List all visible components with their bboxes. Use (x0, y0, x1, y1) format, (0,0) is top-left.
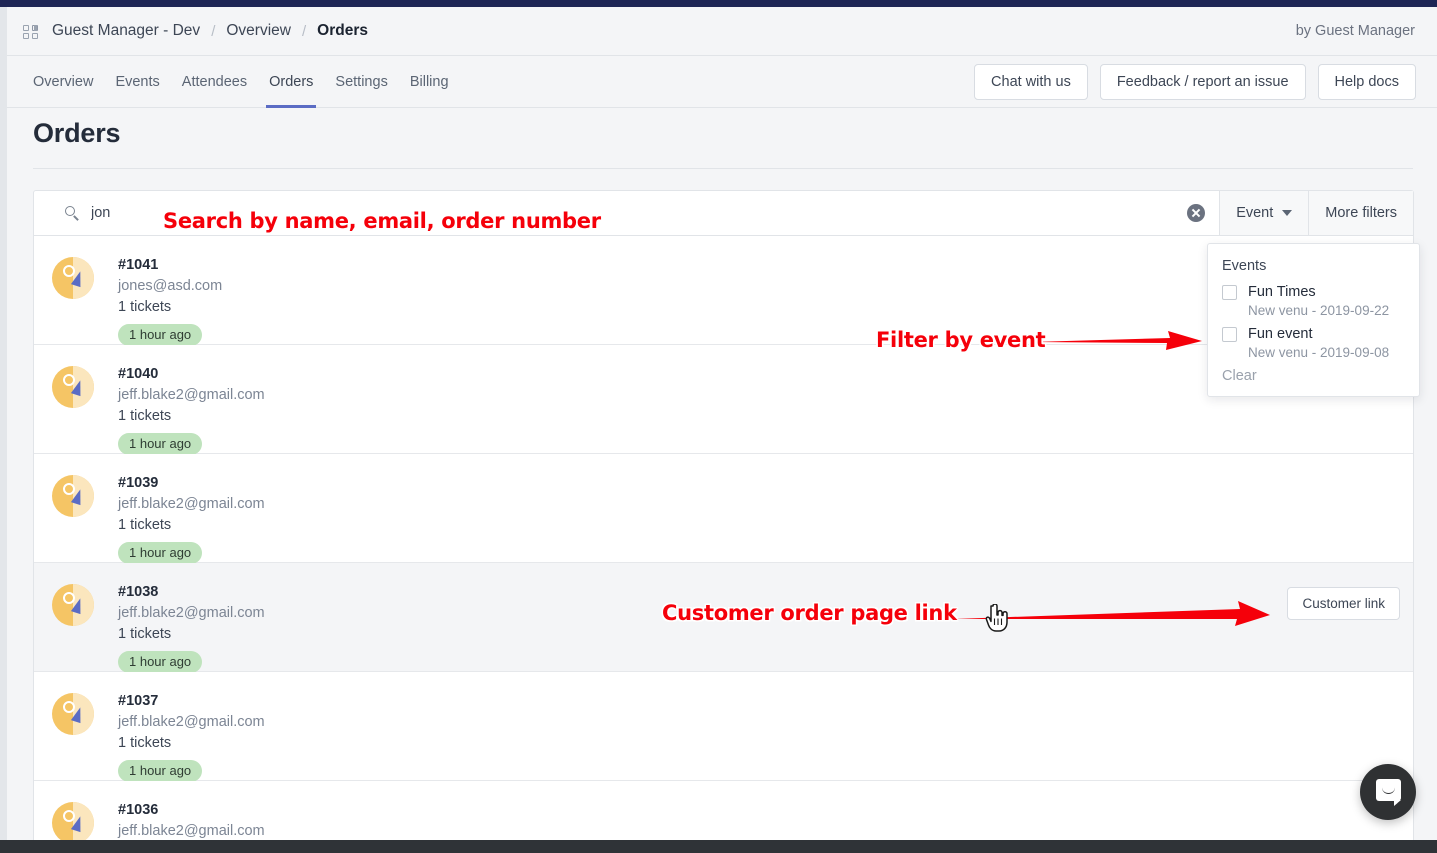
order-number: #1039 (118, 475, 159, 491)
chat-with-us-button[interactable]: Chat with us (974, 63, 1088, 100)
customer-link-button[interactable]: Customer link (1287, 587, 1400, 620)
event-option-subtitle: New venu - 2019-09-22 (1248, 303, 1390, 318)
event-filter-popover: Events Fun Times New venu - 2019-09-22 F… (1207, 243, 1420, 397)
breadcrumb-item-orders: Orders (317, 22, 368, 39)
event-option: Fun Times New venu - 2019-09-22 (1208, 284, 1419, 318)
tab-bar: Overview Events Attendees Orders Setting… (7, 56, 1437, 108)
event-filter-label: Event (1236, 205, 1274, 221)
chevron-down-icon (1282, 210, 1293, 216)
popover-title: Events (1222, 258, 1267, 274)
order-info: #1038 jeff.blake2@gmail.com 1 tickets 1 hou… (118, 583, 265, 673)
order-number: #1037 (118, 693, 159, 709)
customer-avatar (52, 366, 94, 408)
clear-filters-link[interactable]: Clear (1208, 368, 1419, 384)
feedback-button[interactable]: Feedback / report an issue (1099, 63, 1306, 100)
order-email: jeff.blake2@gmail.com (118, 823, 265, 839)
customer-avatar (52, 693, 94, 735)
search-icon (65, 206, 79, 221)
tab-attendees[interactable]: Attendees (171, 56, 258, 108)
order-ticket-count: 1 tickets (118, 408, 172, 424)
event-option-name[interactable]: Fun Times (1248, 284, 1316, 300)
order-info: #1039 jeff.blake2@gmail.com 1 tickets 1 hou… (118, 474, 265, 564)
order-number: #1038 (118, 584, 159, 600)
customer-avatar (52, 257, 94, 299)
order-number: #1041 (118, 257, 159, 273)
search-and-filter-row: Event More filters (34, 191, 1413, 236)
order-number: #1036 (118, 802, 159, 818)
order-row[interactable]: #1038 jeff.blake2@gmail.com 1 tickets 1 hou… (34, 563, 1413, 673)
order-ticket-count: 1 tickets (118, 517, 172, 533)
by-guest-manager-label: by Guest Manager (1295, 23, 1415, 39)
breadcrumb-item-overview[interactable]: Overview (226, 22, 291, 40)
order-time-badge: 1 hour ago (118, 651, 203, 673)
customer-avatar (52, 584, 94, 626)
clear-search-icon[interactable] (1187, 204, 1206, 222)
customer-avatar (52, 802, 94, 844)
order-ticket-count: 1 tickets (118, 626, 172, 642)
order-info: #1041 jones@asd.com 1 tickets 1 hour ago (118, 256, 222, 346)
left-edge-rail (0, 7, 7, 853)
more-filters-label: More filters (1325, 205, 1397, 221)
event-checkbox-fun-times[interactable] (1222, 284, 1237, 300)
tab-events[interactable]: Events (104, 56, 170, 108)
app-window: Guest Manager - Dev / Overview / Orders … (0, 0, 1437, 853)
grid-apps-icon[interactable] (22, 23, 40, 39)
event-option-subtitle: New venu - 2019-09-08 (1248, 345, 1390, 360)
event-option: Fun event New venu - 2019-09-08 (1208, 326, 1419, 360)
tab-orders[interactable]: Orders (258, 56, 324, 108)
order-info: #1040 jeff.blake2@gmail.com 1 tickets 1 hou… (118, 365, 265, 455)
breadcrumb-separator: / (301, 22, 307, 40)
event-filter-button[interactable]: Event (1219, 191, 1309, 235)
order-ticket-count: 1 tickets (118, 299, 172, 315)
order-email: jeff.blake2@gmail.com (118, 714, 265, 730)
header-action-group: Chat with us Feedback / report an issue … (974, 63, 1416, 100)
order-number: #1040 (118, 366, 159, 382)
breadcrumb-bar: Guest Manager - Dev / Overview / Orders … (7, 7, 1437, 56)
tab-settings[interactable]: Settings (324, 56, 398, 108)
customer-avatar (52, 475, 94, 517)
more-filters-button[interactable]: More filters (1308, 191, 1413, 235)
event-checkbox-fun-event[interactable] (1222, 326, 1237, 342)
order-row[interactable]: #1037 jeff.blake2@gmail.com 1 tickets 1 hou… (34, 672, 1413, 782)
search-box (34, 191, 1187, 235)
order-row[interactable]: #1039 jeff.blake2@gmail.com 1 tickets 1 hou… (34, 454, 1413, 564)
order-time-badge: 1 hour ago (118, 542, 203, 564)
breadcrumb-separator: / (211, 22, 216, 40)
search-input[interactable] (62, 204, 302, 222)
tab-overview[interactable]: Overview (22, 56, 104, 108)
tab-list: Overview Events Attendees Orders Setting… (7, 56, 460, 108)
bottom-dark-bar (0, 840, 1437, 853)
order-time-badge: 1 hour ago (118, 324, 203, 346)
order-info: #1037 jeff.blake2@gmail.com 1 tickets 1 hou… (118, 692, 265, 782)
event-option-name[interactable]: Fun event (1248, 326, 1313, 342)
order-email: jeff.blake2@gmail.com (118, 496, 265, 512)
order-ticket-count: 1 tickets (118, 735, 172, 751)
browser-top-strip (0, 0, 1437, 7)
order-time-badge: 1 hour ago (118, 433, 203, 455)
order-email: jones@asd.com (118, 278, 223, 294)
intercom-chat-launcher[interactable] (1360, 764, 1416, 820)
help-docs-button[interactable]: Help docs (1317, 63, 1416, 100)
page-title: Orders (33, 118, 121, 148)
tab-billing[interactable]: Billing (399, 56, 460, 108)
title-divider (33, 168, 1413, 169)
order-time-badge: 1 hour ago (118, 760, 203, 782)
order-email: jeff.blake2@gmail.com (118, 387, 265, 403)
order-email: jeff.blake2@gmail.com (118, 605, 265, 621)
breadcrumb-item-app[interactable]: Guest Manager - Dev (52, 22, 200, 40)
